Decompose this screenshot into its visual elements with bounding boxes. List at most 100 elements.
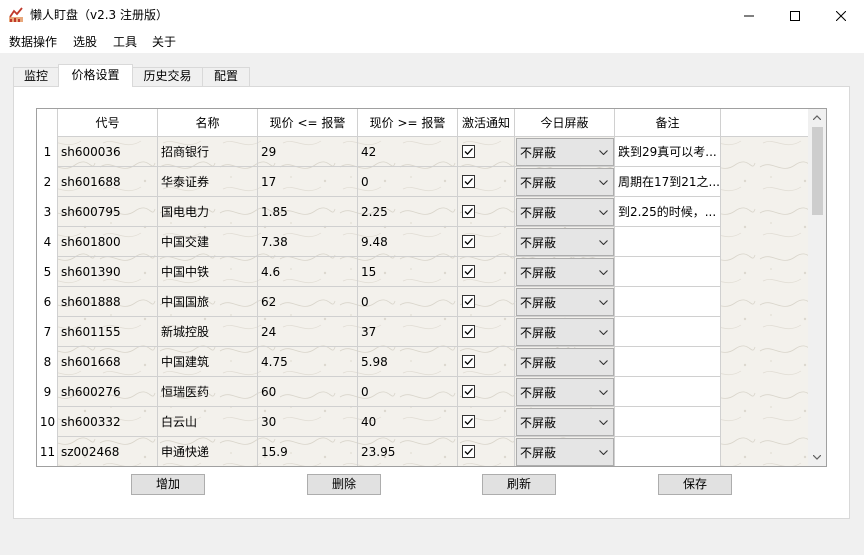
cell-code[interactable]: sh601800 [58,227,158,257]
cell-low-alert[interactable]: 60 [258,377,358,407]
notify-checkbox[interactable] [462,265,475,278]
notify-checkbox[interactable] [462,145,475,158]
table-row[interactable]: 10 sh600332 白云山 30 40 不屏蔽 [37,407,808,437]
header-high-alert[interactable]: 现价 >= 报警 [358,109,458,137]
cell-high-alert[interactable]: 0 [358,167,458,197]
cell-name[interactable]: 中国国旅 [158,287,258,317]
table-row[interactable]: 11 sz002468 申通快递 15.9 23.95 不屏蔽 [37,437,808,466]
cell-low-alert[interactable]: 1.85 [258,197,358,227]
cell-name[interactable]: 白云山 [158,407,258,437]
vertical-scrollbar[interactable] [808,109,826,466]
notify-checkbox[interactable] [462,325,475,338]
cell-code[interactable]: sz002468 [58,437,158,466]
cell-high-alert[interactable]: 0 [358,377,458,407]
table-row[interactable]: 6 sh601888 中国国旅 62 0 不屏蔽 [37,287,808,317]
cell-name[interactable]: 中国中铁 [158,257,258,287]
table-row[interactable]: 3 sh600795 国电电力 1.85 2.25 不屏蔽 到2.25的时候，... [37,197,808,227]
table-row[interactable]: 5 sh601390 中国中铁 4.6 15 不屏蔽 [37,257,808,287]
cell-code[interactable]: sh601155 [58,317,158,347]
menu-data-ops[interactable]: 数据操作 [9,35,57,49]
mute-select[interactable]: 不屏蔽 [516,228,614,256]
table-row[interactable]: 9 sh600276 恒瑞医药 60 0 不屏蔽 [37,377,808,407]
cell-low-alert[interactable]: 24 [258,317,358,347]
maximize-button[interactable] [772,0,818,31]
cell-name[interactable]: 中国建筑 [158,347,258,377]
cell-high-alert[interactable]: 2.25 [358,197,458,227]
cell-high-alert[interactable]: 42 [358,137,458,167]
cell-high-alert[interactable]: 5.98 [358,347,458,377]
cell-low-alert[interactable]: 15.9 [258,437,358,466]
cell-name[interactable]: 华泰证券 [158,167,258,197]
menu-about[interactable]: 关于 [152,35,176,49]
table-row[interactable]: 8 sh601668 中国建筑 4.75 5.98 不屏蔽 [37,347,808,377]
refresh-button[interactable]: 刷新 [482,474,556,495]
mute-select[interactable]: 不屏蔽 [516,198,614,226]
table-row[interactable]: 1 sh600036 招商银行 29 42 不屏蔽 跌到29真可以考... [37,137,808,167]
cell-note[interactable] [615,317,721,347]
delete-button[interactable]: 删除 [307,474,381,495]
cell-high-alert[interactable]: 9.48 [358,227,458,257]
mute-select[interactable]: 不屏蔽 [516,258,614,286]
tab-trade-history[interactable]: 历史交易 [132,67,203,86]
cell-code[interactable]: sh601668 [58,347,158,377]
cell-low-alert[interactable]: 62 [258,287,358,317]
cell-note[interactable] [615,287,721,317]
mute-select[interactable]: 不屏蔽 [516,408,614,436]
notify-checkbox[interactable] [462,445,475,458]
cell-note[interactable]: 跌到29真可以考... [615,137,721,167]
close-button[interactable] [818,0,864,31]
notify-checkbox[interactable] [462,175,475,188]
mute-select[interactable]: 不屏蔽 [516,438,614,466]
cell-note[interactable] [615,407,721,437]
add-button[interactable]: 增加 [131,474,205,495]
cell-code[interactable]: sh600276 [58,377,158,407]
table-row[interactable]: 7 sh601155 新城控股 24 37 不屏蔽 [37,317,808,347]
table-row[interactable]: 2 sh601688 华泰证券 17 0 不屏蔽 周期在17到21之... [37,167,808,197]
cell-code[interactable]: sh600332 [58,407,158,437]
cell-low-alert[interactable]: 17 [258,167,358,197]
mute-select[interactable]: 不屏蔽 [516,138,614,166]
save-button[interactable]: 保存 [658,474,732,495]
mute-select[interactable]: 不屏蔽 [516,168,614,196]
cell-low-alert[interactable]: 30 [258,407,358,437]
tab-monitor[interactable]: 监控 [13,67,59,86]
mute-select[interactable]: 不屏蔽 [516,318,614,346]
cell-low-alert[interactable]: 4.6 [258,257,358,287]
notify-checkbox[interactable] [462,205,475,218]
cell-code[interactable]: sh601390 [58,257,158,287]
minimize-button[interactable] [726,0,772,31]
header-notify[interactable]: 激活通知 [458,109,515,137]
cell-name[interactable]: 中国交建 [158,227,258,257]
notify-checkbox[interactable] [462,295,475,308]
cell-high-alert[interactable]: 23.95 [358,437,458,466]
notify-checkbox[interactable] [462,415,475,428]
cell-note[interactable]: 到2.25的时候，... [615,197,721,227]
scroll-up-button[interactable] [808,109,826,126]
cell-low-alert[interactable]: 4.75 [258,347,358,377]
cell-note[interactable] [615,257,721,287]
cell-code[interactable]: sh601888 [58,287,158,317]
cell-code[interactable]: sh600795 [58,197,158,227]
header-mute-today[interactable]: 今日屏蔽 [515,109,615,137]
table-row[interactable]: 4 sh601800 中国交建 7.38 9.48 不屏蔽 [37,227,808,257]
cell-code[interactable]: sh600036 [58,137,158,167]
notify-checkbox[interactable] [462,385,475,398]
menu-tools[interactable]: 工具 [113,35,137,49]
mute-select[interactable]: 不屏蔽 [516,348,614,376]
cell-high-alert[interactable]: 0 [358,287,458,317]
header-code[interactable]: 代号 [58,109,158,137]
cell-note[interactable] [615,347,721,377]
scroll-thumb[interactable] [812,127,823,215]
cell-note[interactable] [615,227,721,257]
header-low-alert[interactable]: 现价 <= 报警 [258,109,358,137]
cell-name[interactable]: 恒瑞医药 [158,377,258,407]
cell-name[interactable]: 新城控股 [158,317,258,347]
notify-checkbox[interactable] [462,355,475,368]
cell-low-alert[interactable]: 29 [258,137,358,167]
mute-select[interactable]: 不屏蔽 [516,378,614,406]
header-note[interactable]: 备注 [615,109,721,137]
cell-high-alert[interactable]: 37 [358,317,458,347]
cell-code[interactable]: sh601688 [58,167,158,197]
scroll-down-button[interactable] [808,449,826,466]
notify-checkbox[interactable] [462,235,475,248]
